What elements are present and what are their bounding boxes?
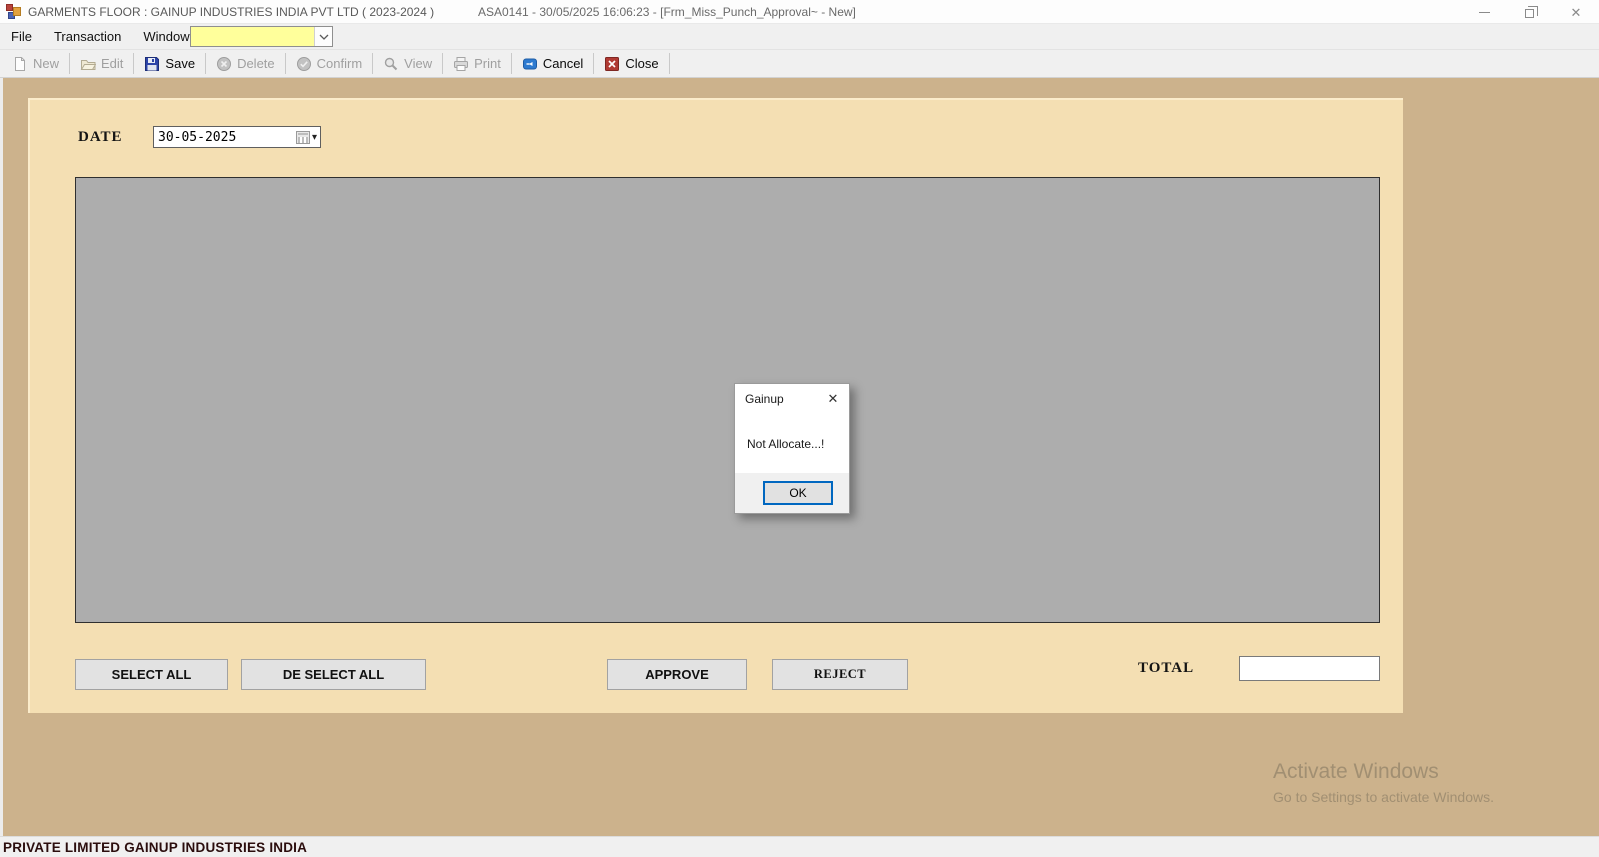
toolbar-separator [205, 53, 206, 74]
print-button-label: Print [474, 56, 501, 71]
save-button[interactable]: Save [136, 51, 203, 76]
deselect-all-button[interactable]: DE SELECT ALL [241, 659, 426, 690]
close-button[interactable]: ✕ [1553, 0, 1599, 24]
delete-button-label: Delete [237, 56, 275, 71]
edit-button[interactable]: Edit [72, 51, 131, 76]
view-button-label: View [404, 56, 432, 71]
total-label: TOTAL [1138, 660, 1194, 677]
new-button-label: New [33, 56, 59, 71]
print-icon [453, 56, 469, 72]
title-bar: GARMENTS FLOOR : GAINUP INDUSTRIES INDIA… [0, 0, 1599, 24]
cancel-button-label: Cancel [543, 56, 583, 71]
total-input[interactable] [1239, 656, 1380, 681]
menu-transaction[interactable]: Transaction [43, 24, 132, 49]
confirm-button[interactable]: Confirm [288, 51, 371, 76]
approval-grid-panel [75, 177, 1380, 623]
dialog-close-icon: ✕ [828, 391, 839, 407]
reject-button[interactable]: REJECT [772, 659, 908, 690]
close-form-button[interactable]: Close [596, 51, 666, 76]
restore-button[interactable] [1507, 0, 1553, 24]
toolbar-separator [372, 53, 373, 74]
confirm-button-label: Confirm [317, 56, 363, 71]
window-title: GARMENTS FLOOR : GAINUP INDUSTRIES INDIA… [28, 5, 434, 19]
new-document-icon [12, 56, 28, 72]
toolbar-separator [133, 53, 134, 74]
view-magnifier-icon [383, 56, 399, 72]
toolbar-separator [285, 53, 286, 74]
status-text: PRIVATE LIMITED GAINUP INDUSTRIES INDIA [3, 840, 307, 855]
delete-button[interactable]: Delete [208, 51, 283, 76]
activate-windows-watermark: Activate Windows Go to Settings to activ… [1273, 760, 1494, 805]
dialog-ok-button[interactable]: OK [763, 481, 833, 505]
cancel-button[interactable]: Cancel [514, 51, 591, 76]
close-icon: ✕ [1571, 6, 1582, 19]
date-input[interactable] [154, 130, 296, 145]
date-dropdown-icon[interactable]: ▾ [312, 132, 317, 143]
view-button[interactable]: View [375, 51, 440, 76]
minimize-button[interactable] [1461, 0, 1507, 24]
select-all-button[interactable]: SELECT ALL [75, 659, 228, 690]
toolbar-separator [669, 53, 670, 74]
close-form-button-label: Close [625, 56, 658, 71]
toolbar-separator [69, 53, 70, 74]
date-picker[interactable]: ▾ [153, 126, 321, 148]
close-red-icon [604, 56, 620, 72]
gainup-message-dialog: Gainup ✕ Not Allocate...! OK [734, 383, 850, 514]
watermark-line1: Activate Windows [1273, 760, 1494, 784]
edit-button-label: Edit [101, 56, 123, 71]
menu-bar: File Transaction Windows [0, 24, 1599, 49]
approve-button[interactable]: APPROVE [607, 659, 747, 690]
toolbar: New Edit Save Delete [0, 49, 1599, 78]
miss-punch-approval-form: DATE ▾ SELECT ALL DE SELECT ALL APPROVE … [28, 98, 1403, 713]
print-button[interactable]: Print [445, 51, 509, 76]
windows-combobox[interactable] [190, 26, 333, 47]
dialog-message: Not Allocate...! [747, 437, 824, 451]
cancel-icon [522, 56, 538, 72]
toolbar-separator [442, 53, 443, 74]
window-subtitle: ASA0141 - 30/05/2025 16:06:23 - [Frm_Mis… [478, 5, 856, 19]
toolbar-separator [511, 53, 512, 74]
dialog-title: Gainup [745, 392, 784, 406]
menu-file[interactable]: File [0, 24, 43, 49]
toolbar-separator [593, 53, 594, 74]
status-bar: PRIVATE LIMITED GAINUP INDUSTRIES INDIA [0, 836, 1599, 857]
edit-folder-icon [80, 56, 96, 72]
confirm-icon [296, 56, 312, 72]
delete-icon [216, 56, 232, 72]
watermark-line2: Go to Settings to activate Windows. [1273, 789, 1494, 805]
application-window: GARMENTS FLOOR : GAINUP INDUSTRIES INDIA… [0, 0, 1599, 857]
date-label: DATE [78, 129, 123, 146]
new-button[interactable]: New [4, 51, 67, 76]
save-floppy-icon [144, 56, 160, 72]
calendar-icon [296, 131, 310, 144]
chevron-down-icon[interactable] [314, 27, 332, 46]
save-button-label: Save [165, 56, 195, 71]
app-icon [6, 4, 21, 19]
restore-icon [1525, 9, 1534, 18]
dialog-close-button[interactable]: ✕ [823, 389, 843, 409]
minimize-icon [1479, 12, 1490, 13]
dialog-footer: OK [735, 473, 849, 513]
window-controls: ✕ [1461, 0, 1599, 24]
